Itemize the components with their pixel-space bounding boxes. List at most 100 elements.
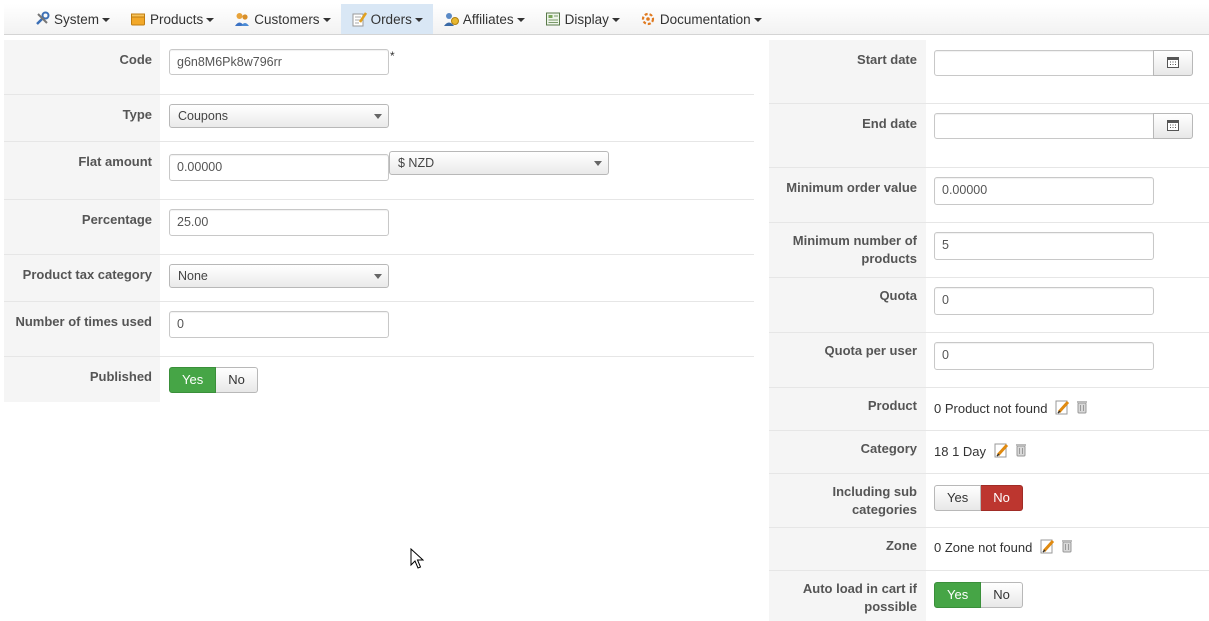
calendar-icon: [1167, 56, 1179, 71]
quota-label: Quota: [769, 278, 926, 332]
trash-icon[interactable]: [1077, 400, 1088, 419]
currency-select[interactable]: $ NZD: [389, 151, 609, 175]
including-sub-no-button[interactable]: No: [981, 485, 1023, 511]
menu-orders[interactable]: Orders: [340, 4, 433, 34]
menu-affiliates-label: Affiliates: [462, 11, 514, 27]
including-sub-row: Including sub categories Yes No: [769, 474, 1209, 528]
zone-value: 0 Zone not found: [934, 539, 1033, 555]
zone-row: Zone 0 Zone not found: [769, 528, 1209, 571]
end-date-input[interactable]: [934, 113, 1154, 139]
box-icon: [130, 11, 146, 27]
quota-row: Quota 0: [769, 278, 1209, 333]
menu-customers-label: Customers: [254, 11, 320, 27]
end-date-label: End date: [769, 104, 926, 167]
calendar-icon: [1167, 119, 1179, 134]
including-sub-toggle: Yes No: [934, 485, 1023, 511]
category-label: Category: [769, 431, 926, 473]
chevron-down-icon: [374, 114, 382, 119]
code-input[interactable]: g6n8M6Pk8w796rr: [169, 49, 389, 75]
product-label: Product: [769, 388, 926, 430]
category-row: Category 18 1 Day: [769, 431, 1209, 474]
type-label: Type: [4, 95, 160, 141]
chevron-down-icon: [206, 18, 215, 22]
including-sub-label: Including sub categories: [769, 474, 926, 527]
menu-documentation-label: Documentation: [659, 11, 751, 27]
min-order-value-row: Minimum order value 0.00000: [769, 168, 1209, 223]
min-products-input[interactable]: 5: [934, 232, 1154, 260]
min-order-value-input[interactable]: 0.00000: [934, 177, 1154, 205]
users-icon: [234, 11, 250, 27]
menu-documentation[interactable]: Documentation: [630, 4, 772, 34]
tax-category-label: Product tax category: [4, 255, 160, 301]
flat-amount-input[interactable]: 0.00000: [169, 154, 389, 181]
times-used-label: Number of times used: [4, 302, 160, 356]
tax-category-select[interactable]: None: [169, 264, 389, 288]
chevron-down-icon: [611, 18, 620, 22]
chevron-down-icon: [594, 161, 602, 166]
flat-amount-row: Flat amount 0.00000 $ NZD: [4, 142, 754, 200]
percentage-label: Percentage: [4, 200, 160, 254]
percentage-row: Percentage 25.00: [4, 200, 754, 255]
main-menu-bar: System Products Customers Orders Affilia…: [4, 4, 1209, 35]
auto-load-toggle: Yes No: [934, 582, 1023, 608]
menu-products[interactable]: Products: [120, 4, 224, 34]
menu-system[interactable]: System: [24, 4, 120, 34]
trash-icon[interactable]: [1061, 539, 1072, 558]
start-date-calendar-button[interactable]: [1153, 50, 1193, 76]
published-yes-button[interactable]: Yes: [169, 367, 217, 393]
chevron-down-icon: [414, 18, 423, 22]
code-label: Code: [4, 40, 160, 94]
type-row: Type Coupons: [4, 95, 754, 142]
percentage-input[interactable]: 25.00: [169, 209, 389, 236]
start-date-input[interactable]: [934, 50, 1154, 76]
end-date-row: End date: [769, 104, 1209, 168]
menu-affiliates[interactable]: Affiliates: [433, 4, 535, 34]
including-sub-yes-button[interactable]: Yes: [934, 485, 982, 511]
chevron-down-icon: [753, 18, 762, 22]
type-select-value: Coupons: [178, 109, 229, 123]
quota-per-user-input[interactable]: 0: [934, 342, 1154, 370]
menu-system-label: System: [54, 11, 100, 27]
flat-amount-label: Flat amount: [4, 142, 160, 199]
required-marker: *: [390, 49, 395, 63]
chevron-down-icon: [102, 18, 111, 22]
chevron-down-icon: [516, 18, 525, 22]
orders-icon: [351, 11, 367, 27]
display-icon: [545, 11, 561, 27]
edit-icon[interactable]: [994, 442, 1010, 463]
chevron-down-icon: [374, 274, 382, 279]
end-date-calendar-button[interactable]: [1153, 113, 1193, 139]
edit-icon[interactable]: [1040, 538, 1056, 559]
mouse-pointer-icon: [410, 547, 425, 573]
menu-customers[interactable]: Customers: [224, 4, 340, 34]
quota-input[interactable]: 0: [934, 287, 1154, 315]
menu-display-label: Display: [564, 11, 609, 27]
min-order-value-label: Minimum order value: [769, 168, 926, 222]
edit-icon[interactable]: [1055, 399, 1071, 420]
times-used-input[interactable]: 0: [169, 311, 389, 338]
type-select[interactable]: Coupons: [169, 104, 389, 128]
product-row: Product 0 Product not found: [769, 388, 1209, 431]
tax-category-select-value: None: [178, 269, 208, 283]
times-used-row: Number of times used 0: [4, 302, 754, 357]
auto-load-row: Auto load in cart if possible Yes No: [769, 571, 1209, 621]
published-toggle: Yes No: [169, 367, 258, 393]
start-date-label: Start date: [769, 40, 926, 103]
auto-load-no-button[interactable]: No: [981, 582, 1023, 608]
published-row: Published Yes No: [4, 357, 754, 402]
category-value: 18 1 Day: [934, 443, 987, 459]
zone-label: Zone: [769, 528, 926, 570]
auto-load-yes-button[interactable]: Yes: [934, 582, 982, 608]
coupon-main-form: Code g6n8M6Pk8w796rr * Type Coupons Flat…: [4, 40, 754, 402]
min-products-label: Minimum number of products: [769, 223, 926, 277]
start-date-row: Start date: [769, 40, 1209, 104]
affiliates-icon: [443, 11, 459, 27]
published-no-button[interactable]: No: [216, 367, 258, 393]
published-label: Published: [4, 357, 160, 402]
documentation-icon: [640, 11, 656, 27]
quota-per-user-row: Quota per user 0: [769, 333, 1209, 388]
trash-icon[interactable]: [1015, 443, 1026, 462]
menu-display[interactable]: Display: [535, 4, 630, 34]
currency-select-value: $ NZD: [398, 156, 435, 170]
menu-orders-label: Orders: [370, 11, 412, 27]
